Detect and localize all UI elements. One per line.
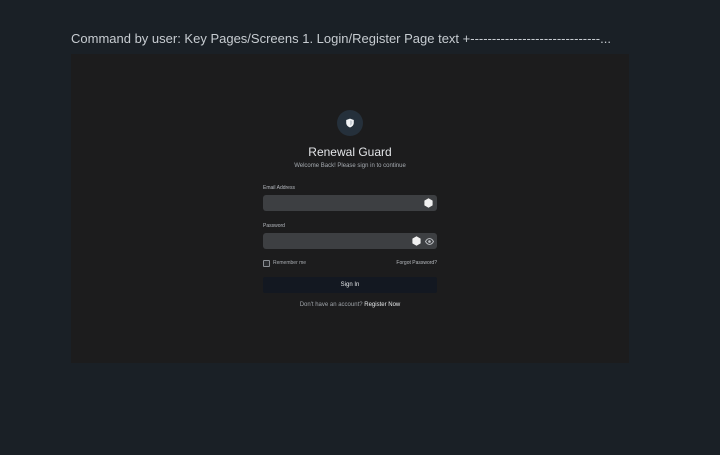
- shield-icon: [346, 118, 354, 128]
- remember-checkbox[interactable]: [263, 259, 270, 267]
- register-prompt: Don't have an account?: [299, 302, 363, 308]
- register-prompt-line: Don't have an account? Register Now: [263, 301, 437, 309]
- remember-label: Remember me: [273, 259, 307, 266]
- register-now-link[interactable]: Register Now: [364, 302, 400, 308]
- welcome-subtitle: Welcome Back! Please sign in to continue: [294, 163, 406, 169]
- hexagon-icon: [411, 236, 421, 246]
- command-text: Command by user: Key Pages/Screens 1. Lo…: [71, 31, 611, 46]
- login-card: Renewal Guard Welcome Back! Please sign …: [263, 110, 437, 309]
- sign-in-button[interactable]: Sign In: [263, 277, 437, 293]
- password-field-container[interactable]: [263, 233, 437, 249]
- app-title: Renewal Guard: [308, 145, 392, 159]
- eye-icon[interactable]: [424, 236, 434, 246]
- options-row: Remember me Forgot Password?: [263, 259, 437, 267]
- app-logo: [337, 110, 363, 136]
- email-field-container[interactable]: [263, 195, 437, 211]
- email-label: Email Address: [263, 185, 295, 191]
- password-field[interactable]: [267, 233, 407, 249]
- preview-frame: Renewal Guard Welcome Back! Please sign …: [71, 54, 629, 363]
- email-field[interactable]: [267, 195, 407, 211]
- remember-me[interactable]: Remember me: [263, 259, 307, 267]
- hexagon-icon: [423, 198, 433, 208]
- forgot-password-link[interactable]: Forgot Password?: [396, 260, 437, 266]
- password-label: Password: [263, 223, 285, 229]
